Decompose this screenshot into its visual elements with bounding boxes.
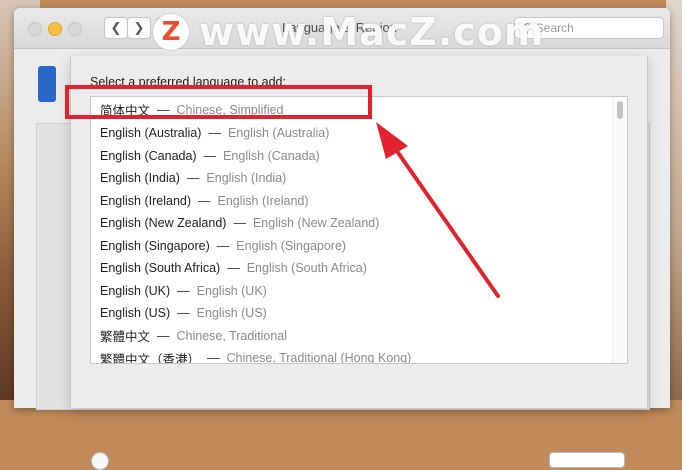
help-button[interactable] — [91, 452, 109, 470]
annotation-arrow — [376, 122, 500, 298]
cancel-button[interactable] — [549, 452, 625, 468]
